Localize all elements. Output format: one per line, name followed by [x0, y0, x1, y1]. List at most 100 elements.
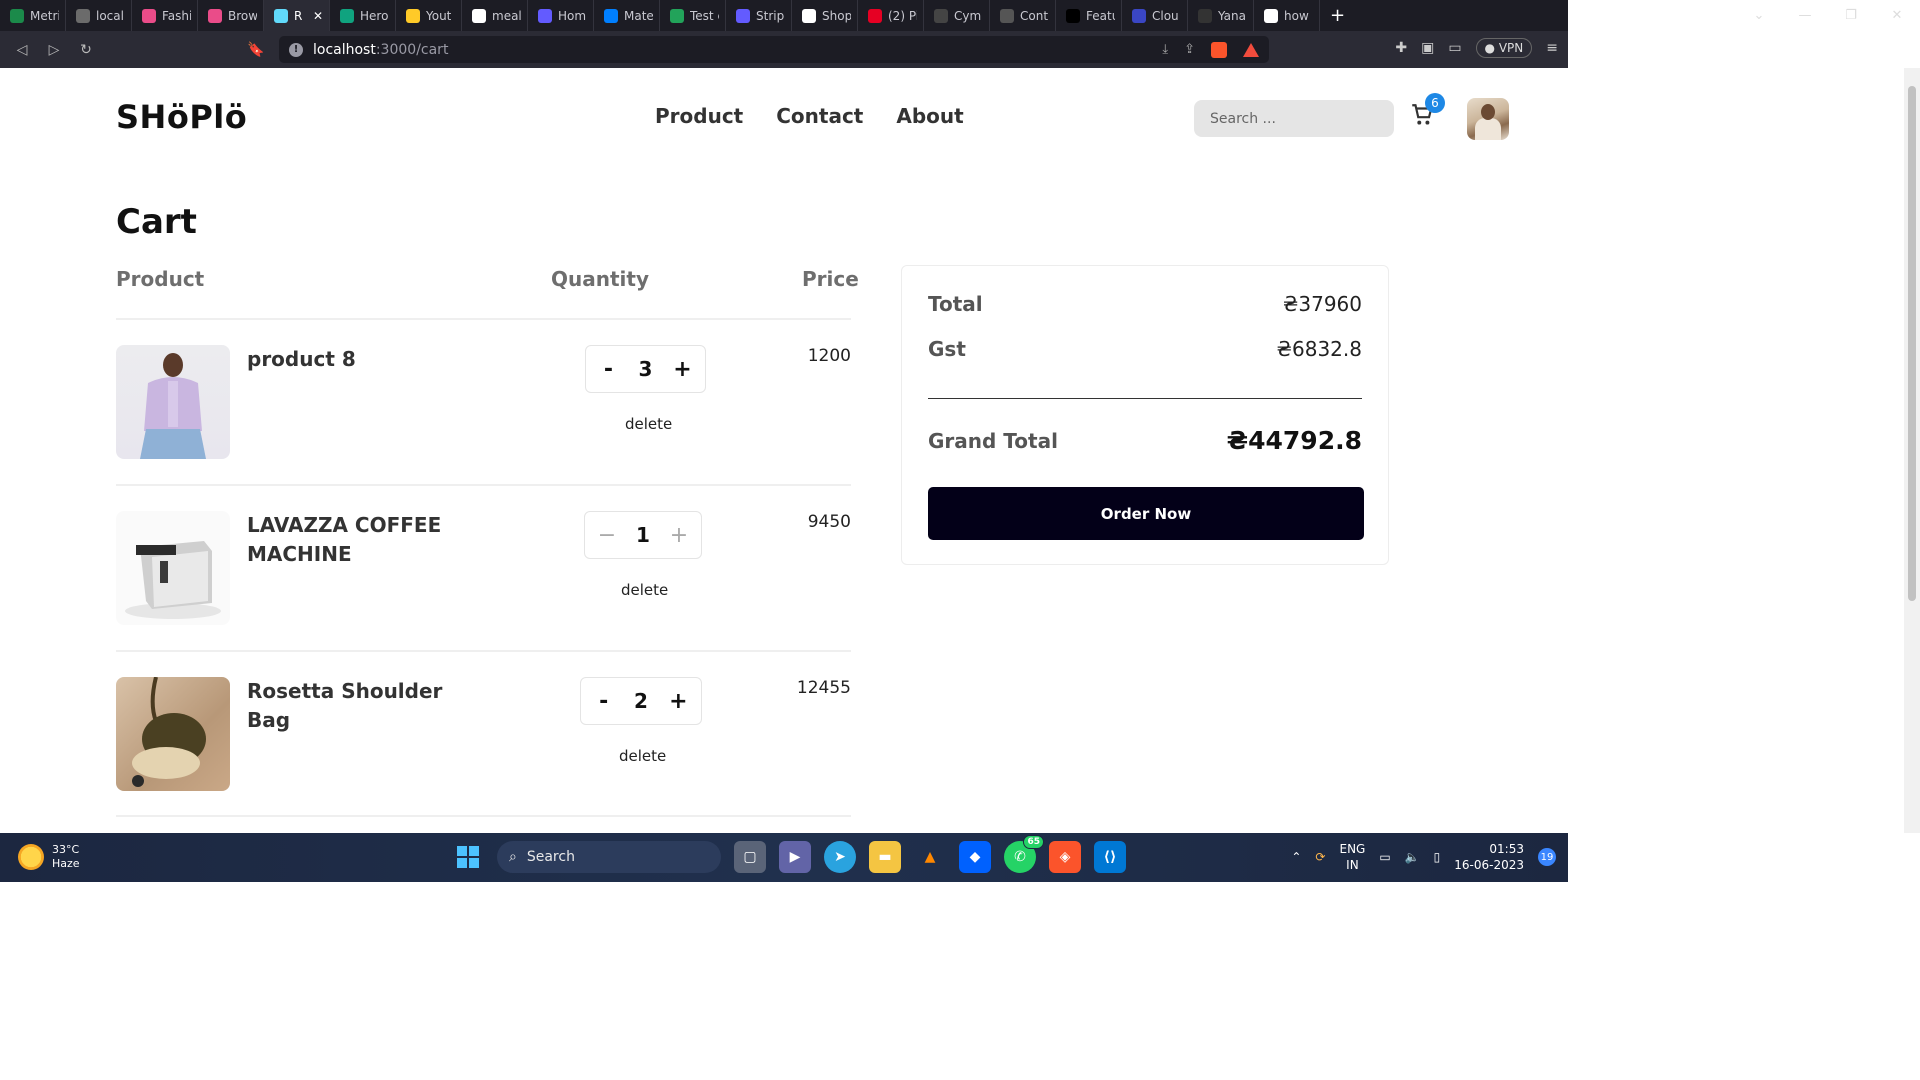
- browser-tab[interactable]: Clou: [1122, 0, 1188, 31]
- reload-icon[interactable]: ↻: [70, 42, 102, 58]
- bookmark-icon[interactable]: 🔖: [240, 42, 272, 58]
- vlc-icon[interactable]: ▲: [914, 841, 946, 873]
- quantity-value: 3: [638, 357, 653, 381]
- nav-about[interactable]: About: [896, 104, 963, 128]
- network-icon[interactable]: ▭: [1379, 850, 1390, 864]
- brave-shields-icon[interactable]: [1211, 41, 1227, 58]
- chevron-up-icon[interactable]: ⌃: [1291, 850, 1301, 864]
- tab-title: Hom: [558, 8, 587, 23]
- taskbar-search[interactable]: ⌕ Search: [497, 841, 721, 873]
- browser-tab[interactable]: Test c: [660, 0, 726, 31]
- tab-favicon-icon: [1198, 8, 1212, 23]
- windows-start-icon[interactable]: [452, 841, 484, 873]
- telegram-icon[interactable]: ➤: [824, 841, 856, 873]
- tab-title: Cym: [954, 8, 982, 23]
- delete-link[interactable]: delete: [621, 581, 668, 599]
- browser-tab[interactable]: Yout: [396, 0, 462, 31]
- avatar[interactable]: [1467, 98, 1509, 140]
- product-name[interactable]: LAVAZZA COFFEE MACHINE: [247, 511, 477, 569]
- task-view-icon[interactable]: ▢: [734, 841, 766, 873]
- delete-link[interactable]: delete: [619, 747, 666, 765]
- browser-tab[interactable]: Strip: [726, 0, 792, 31]
- increment-button[interactable]: +: [667, 357, 697, 382]
- browser-tab[interactable]: Featu: [1056, 0, 1122, 31]
- search-icon: ⌕: [509, 849, 517, 865]
- sync-icon[interactable]: ⟳: [1315, 850, 1325, 864]
- brave-rewards-icon[interactable]: [1243, 42, 1259, 57]
- forward-icon[interactable]: ▷: [38, 42, 70, 58]
- site-logo[interactable]: SHöPlö: [116, 98, 247, 136]
- site-info-icon[interactable]: !: [289, 42, 303, 57]
- browser-tab-bar: MetrilocalhFashi Brow R✕HeroYoutmeal Hom Mat…: [0, 0, 1568, 31]
- restore-button[interactable]: ❐: [1828, 8, 1874, 23]
- whatsapp-icon[interactable]: ✆ 65: [1004, 835, 1044, 873]
- scrollbar-thumb[interactable]: [1908, 86, 1916, 601]
- volume-icon[interactable]: 🔈: [1405, 850, 1420, 864]
- decrement-button[interactable]: -: [594, 357, 624, 382]
- order-now-button[interactable]: Order Now: [928, 487, 1364, 540]
- tab-title: Brow: [228, 8, 257, 23]
- browser-tab[interactable]: Shop: [792, 0, 858, 31]
- tab-title: Cont: [1020, 8, 1049, 23]
- decrement-button[interactable]: −: [592, 523, 622, 548]
- notification-badge[interactable]: 19: [1538, 848, 1556, 866]
- dropbox-icon[interactable]: ◆: [959, 841, 991, 873]
- vscode-icon[interactable]: ⟨⟩: [1094, 841, 1126, 873]
- delete-link[interactable]: delete: [625, 415, 672, 433]
- grand-total-label: Grand Total: [928, 428, 1058, 453]
- address-bar[interactable]: ! localhost:3000/cart ⤓ ⇪: [279, 36, 1269, 63]
- browser-tab[interactable]: Yana: [1188, 0, 1254, 31]
- product-name[interactable]: Rosetta Shoulder Bag: [247, 677, 477, 735]
- close-tab-icon[interactable]: ✕: [313, 9, 323, 23]
- tab-title: (2) Pi: [888, 8, 917, 23]
- teams-icon[interactable]: ▶: [779, 841, 811, 873]
- extensions-icon[interactable]: ✚: [1395, 40, 1407, 56]
- browser-toolbar: ◁ ▷ ↻ 🔖 ! localhost:3000/cart ⤓ ⇪ ✚ ▣ ▭ …: [0, 31, 1568, 68]
- tab-favicon-icon: [10, 8, 24, 23]
- close-window-button[interactable]: ✕: [1874, 8, 1920, 23]
- product-image[interactable]: [116, 345, 230, 459]
- battery-icon[interactable]: ▯: [1434, 850, 1441, 864]
- language-indicator[interactable]: ENG IN: [1339, 841, 1365, 873]
- install-icon[interactable]: ⤓: [1162, 42, 1168, 57]
- brave-browser-icon[interactable]: ◈: [1049, 841, 1081, 873]
- cart-item: LAVAZZA COFFEE MACHINE − 1 + delete 9450: [116, 485, 851, 650]
- increment-button[interactable]: +: [664, 523, 694, 548]
- weather-widget[interactable]: 33°C Haze: [18, 843, 80, 871]
- nav-product[interactable]: Product: [655, 104, 743, 128]
- back-icon[interactable]: ◁: [6, 42, 38, 58]
- page-scrollbar[interactable]: [1904, 68, 1920, 833]
- vpn-button[interactable]: ● VPN: [1475, 38, 1533, 58]
- wallet-icon[interactable]: ▭: [1448, 40, 1461, 56]
- browser-tab[interactable]: Fashi: [132, 0, 198, 31]
- browser-tab[interactable]: (2) Pi: [858, 0, 924, 31]
- new-tab-button[interactable]: +: [1330, 5, 1345, 26]
- product-image[interactable]: [116, 511, 230, 625]
- browser-tab[interactable]: localh: [66, 0, 132, 31]
- tab-search-icon[interactable]: ⌄: [1736, 8, 1782, 23]
- menu-icon[interactable]: ≡: [1546, 40, 1558, 56]
- decrement-button[interactable]: -: [589, 689, 619, 714]
- browser-tab[interactable]: Cont: [990, 0, 1056, 31]
- product-image[interactable]: [116, 677, 230, 791]
- browser-tab[interactable]: Metri: [0, 0, 66, 31]
- browser-tab[interactable]: Cym: [924, 0, 990, 31]
- minimize-button[interactable]: —: [1782, 8, 1828, 23]
- product-name[interactable]: product 8: [247, 345, 477, 374]
- share-icon[interactable]: ⇪: [1184, 42, 1195, 57]
- browser-tab[interactable]: Mate: [594, 0, 660, 31]
- file-explorer-icon[interactable]: ▬: [869, 841, 901, 873]
- sidebar-icon[interactable]: ▣: [1421, 40, 1434, 56]
- search-input[interactable]: [1194, 100, 1394, 137]
- increment-button[interactable]: +: [663, 689, 693, 714]
- clock[interactable]: 01:53 16-06-2023: [1454, 841, 1524, 873]
- browser-tab[interactable]: meal: [462, 0, 528, 31]
- nav-contact[interactable]: Contact: [776, 104, 863, 128]
- summary-divider: [928, 398, 1362, 399]
- browser-tab[interactable]: R ✕: [264, 0, 330, 31]
- browser-tab[interactable]: Hero: [330, 0, 396, 31]
- browser-tab[interactable]: how: [1254, 0, 1320, 31]
- browser-tab[interactable]: Hom: [528, 0, 594, 31]
- browser-tab[interactable]: Brow: [198, 0, 264, 31]
- column-header-product: Product: [116, 267, 205, 291]
